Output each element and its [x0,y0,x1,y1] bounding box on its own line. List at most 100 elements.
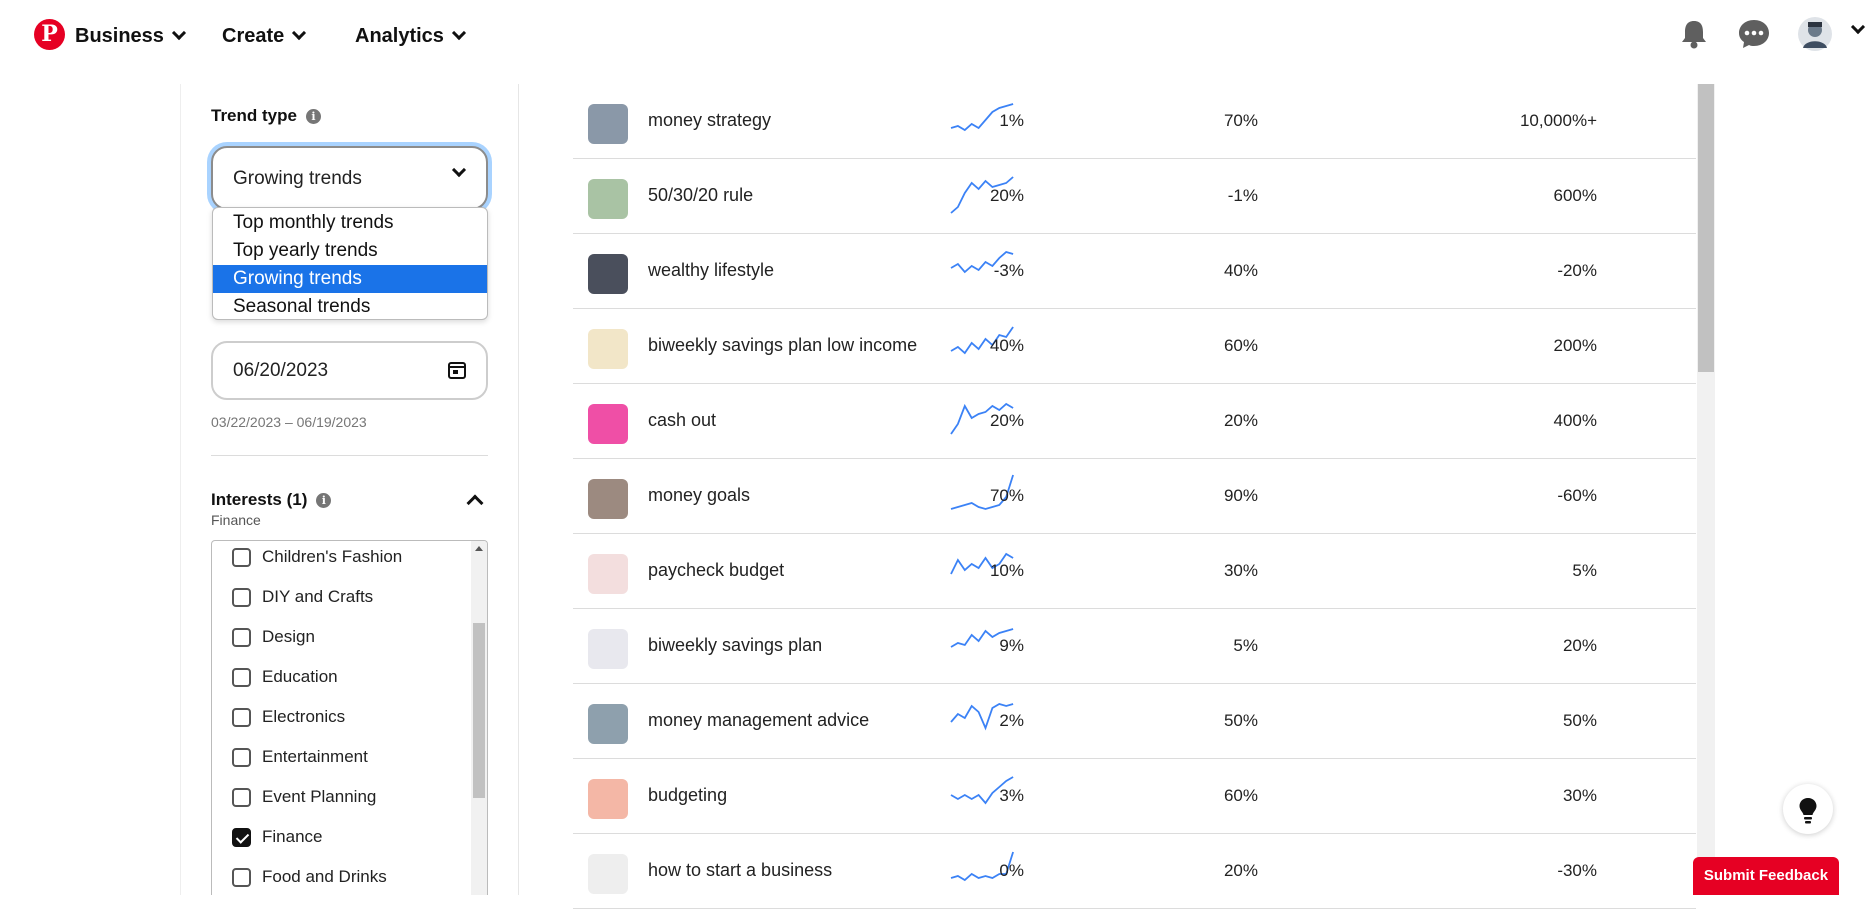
bell-icon[interactable] [1674,14,1714,54]
checkbox[interactable] [232,747,251,767]
option-seasonal-trends[interactable]: Seasonal trends [213,293,487,319]
calendar-icon[interactable] [448,362,466,379]
interest-education[interactable]: Education [232,666,338,688]
avatar[interactable] [1795,14,1835,54]
table-row[interactable]: wealthy lifestyle -3% 40% -20% [573,234,1696,309]
table-row[interactable]: biweekly savings plan 9% 5% 20% [573,609,1696,684]
trend-col2-value: 20% [1223,411,1258,430]
checkbox[interactable] [232,787,251,807]
trend-col3-value: -20% [1557,261,1597,280]
trend-type-label: Trend type i [211,106,321,126]
table-row[interactable]: cash out 20% 20% 400% [573,384,1696,459]
trend-col1-value: 20% [989,411,1024,430]
scrollbar-thumb[interactable] [473,623,485,798]
trend-keyword[interactable]: how to start a business [648,860,832,881]
option-top-yearly-trends[interactable]: Top yearly trends [213,237,487,265]
lightbulb-button[interactable] [1783,784,1833,834]
submit-feedback-button[interactable]: Submit Feedback [1693,857,1839,895]
trend-thumbnail[interactable] [588,404,628,444]
table-row[interactable]: how to start a business 0% 20% -30% [573,834,1696,909]
trend-thumbnail[interactable] [588,329,628,369]
table-row[interactable]: budgeting 3% 60% 30% [573,759,1696,834]
pinterest-logo[interactable]: P [34,19,65,50]
trend-thumbnail[interactable] [588,554,628,594]
end-date-input[interactable]: 06/20/2023 [211,341,488,400]
table-row[interactable]: biweekly savings plan low income 40% 60% 20… [573,309,1696,384]
checkbox[interactable] [232,867,251,887]
trend-keyword[interactable]: money goals [648,485,750,506]
trend-keyword[interactable]: paycheck budget [648,560,784,581]
table-row[interactable]: paycheck budget 10% 30% 5% [573,534,1696,609]
trend-col1-value: 10% [989,561,1024,580]
info-icon[interactable]: i [316,493,332,509]
trend-keyword[interactable]: money management advice [648,710,869,731]
trend-keyword[interactable]: budgeting [648,785,727,806]
trend-thumbnail[interactable] [588,104,628,144]
interest-design[interactable]: Design [232,626,315,648]
trend-keyword[interactable]: cash out [648,410,716,431]
interests-selected-summary: Finance [211,512,261,528]
interest-entertainment[interactable]: Entertainment [232,746,368,768]
interest-food-and-drinks[interactable]: Food and Drinks [232,866,387,888]
checkbox[interactable] [232,667,251,687]
trend-col1-value: 0% [999,861,1024,880]
trend-thumbnail[interactable] [588,779,628,819]
trend-col3-value: 200% [1553,336,1597,355]
trend-col1-value: 20% [989,186,1024,205]
trend-col1-value: 3% [999,786,1024,805]
checkbox[interactable] [232,707,251,727]
chevron-down-icon [451,25,467,41]
divider [211,455,488,456]
interests-list[interactable]: Children's Fashion DIY and Crafts Design… [211,540,488,895]
trend-thumbnail[interactable] [588,704,628,744]
checkbox[interactable] [232,587,251,607]
nav-create[interactable]: Create [222,23,307,49]
table-row[interactable]: money strategy 1% 70% 10,000%+ [573,84,1696,159]
interests-scrollbar[interactable] [471,541,487,895]
trend-col1-value: 40% [989,336,1024,355]
trend-keyword[interactable]: wealthy lifestyle [648,260,774,281]
table-row[interactable]: money goals 70% 90% -60% [573,459,1696,534]
option-top-monthly-trends[interactable]: Top monthly trends [213,209,487,237]
interests-heading: Interests (1) i [211,490,332,510]
trend-type-select[interactable]: Growing trends [211,146,488,210]
trend-keyword[interactable]: biweekly savings plan [648,635,822,656]
trend-thumbnail[interactable] [588,479,628,519]
scrollbar-thumb[interactable] [1698,84,1714,372]
checkbox[interactable] [232,547,251,567]
table-row[interactable]: 50/30/20 rule 20% -1% 600% [573,159,1696,234]
scroll-up-arrow-icon[interactable] [475,546,483,551]
option-growing-trends[interactable]: Growing trends [213,265,487,293]
interest-diy-and-crafts[interactable]: DIY and Crafts [232,586,373,608]
trend-keyword[interactable]: money strategy [648,110,771,131]
nav-business-label: Business [75,24,164,47]
trend-type-selected-value: Growing trends [233,168,362,189]
checkbox[interactable] [232,627,251,647]
interest-event-planning[interactable]: Event Planning [232,786,376,808]
trend-col3-value: 50% [1562,711,1597,730]
trend-thumbnail[interactable] [588,179,628,219]
page-scrollbar[interactable] [1697,84,1715,895]
trend-col2-value: 70% [1223,111,1258,130]
interest-finance[interactable]: Finance [232,826,322,848]
info-icon[interactable]: i [305,109,321,125]
nav-analytics[interactable]: Analytics [355,23,467,49]
trend-keyword[interactable]: biweekly savings plan low income [648,335,917,356]
trend-thumbnail[interactable] [588,629,628,669]
trend-thumbnail[interactable] [588,254,628,294]
checkbox-checked[interactable] [232,827,251,847]
nav-business[interactable]: Business [75,23,187,49]
chevron-down-icon [451,162,467,178]
account-chevron-down-icon[interactable] [1850,19,1866,35]
messages-icon[interactable] [1734,14,1774,54]
interest-electronics[interactable]: Electronics [232,706,345,728]
table-row[interactable]: money management advice 2% 50% 50% [573,684,1696,759]
trend-thumbnail[interactable] [588,854,628,894]
trend-col2-value: 5% [1233,636,1258,655]
trend-col1-value: 9% [999,636,1024,655]
trend-keyword[interactable]: 50/30/20 rule [648,185,753,206]
trend-col3-value: 20% [1562,636,1597,655]
trend-col2-value: 60% [1223,786,1258,805]
trend-col2-value: -1% [1227,186,1258,205]
interest-childrens-fashion[interactable]: Children's Fashion [232,546,402,568]
